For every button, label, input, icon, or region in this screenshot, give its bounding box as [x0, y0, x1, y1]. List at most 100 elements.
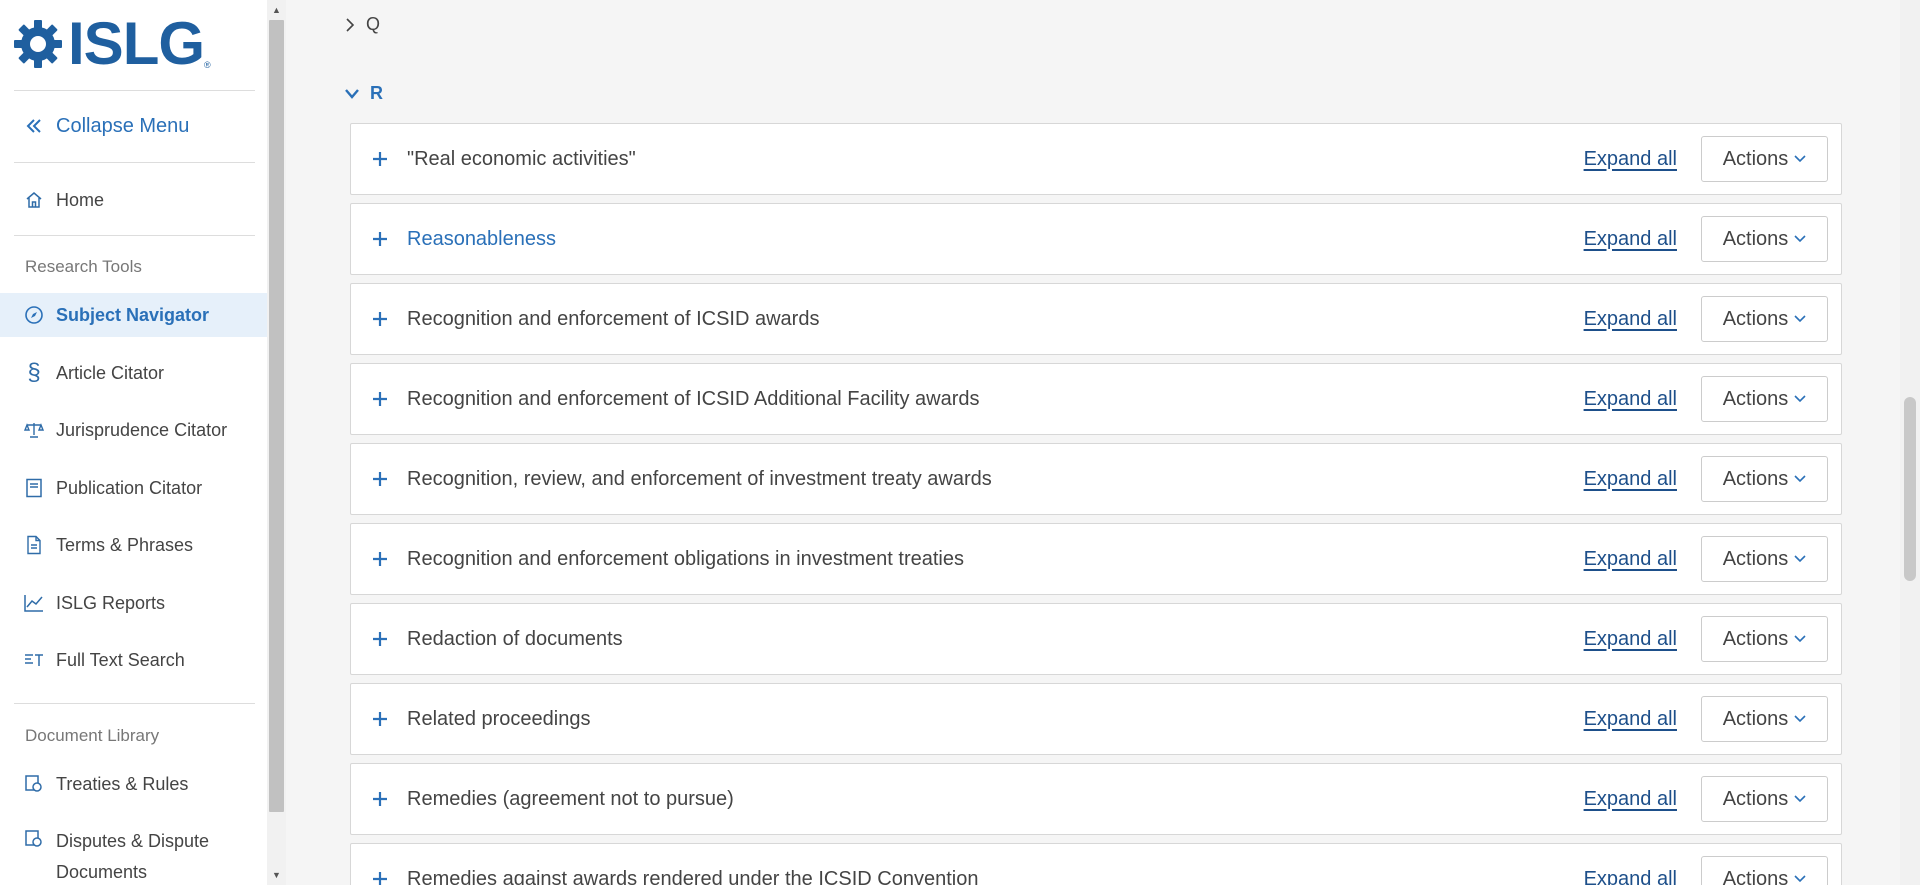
subject-title: "Real economic activities" — [407, 147, 636, 170]
plus-icon[interactable] — [369, 628, 391, 650]
sidebar-scrollbar[interactable]: ▲ ▼ — [267, 0, 286, 885]
actions-dropdown-button[interactable]: Actions — [1701, 536, 1828, 582]
book-icon — [24, 478, 44, 498]
plus-icon[interactable] — [369, 388, 391, 410]
letter-group-q[interactable]: Q — [342, 14, 380, 35]
sidebar: ISLG ® Collapse Menu Home Research Tools… — [0, 0, 267, 885]
sidebar-item-label: Home — [56, 189, 105, 210]
double-chevron-left-icon — [24, 119, 44, 133]
plus-icon[interactable] — [369, 308, 391, 330]
section-icon: § — [27, 359, 41, 386]
plus-icon[interactable] — [369, 788, 391, 810]
divider — [14, 162, 255, 163]
subject-row: Recognition and enforcement of ICSID Add… — [350, 363, 1842, 435]
chevron-down-icon — [1794, 475, 1806, 483]
chevron-down-icon — [1794, 235, 1806, 243]
actions-dropdown-button[interactable]: Actions — [1701, 696, 1828, 742]
sidebar-item-label: Subject Navigator — [56, 304, 210, 325]
actions-dropdown-button[interactable]: Actions — [1701, 136, 1828, 182]
islg-logo[interactable]: ISLG ® — [12, 14, 211, 74]
subject-row: Remedies (agreement not to pursue) Expand… — [350, 763, 1842, 835]
scroll-down-arrow-icon[interactable]: ▼ — [267, 867, 286, 883]
sidebar-item-home[interactable]: Home — [0, 178, 267, 222]
plus-icon[interactable] — [369, 468, 391, 490]
plus-icon[interactable] — [369, 228, 391, 250]
chevron-right-icon — [346, 17, 355, 32]
divider — [14, 235, 255, 236]
plus-icon[interactable] — [369, 148, 391, 170]
sidebar-item-article-citator[interactable]: § Article Citator — [0, 351, 267, 395]
actions-label: Actions — [1722, 627, 1789, 650]
actions-label: Actions — [1722, 147, 1789, 170]
divider — [14, 90, 255, 91]
plus-icon[interactable] — [369, 708, 391, 730]
subject-title[interactable]: Reasonableness — [407, 228, 1584, 251]
expand-all-link[interactable]: Expand all — [1584, 228, 1677, 251]
actions-dropdown-button[interactable]: Actions — [1701, 216, 1828, 262]
subject-row: Redaction of documents Expand all Actions — [350, 603, 1842, 675]
sidebar-item-full-text-search[interactable]: Full Text Search — [0, 638, 267, 682]
sidebar-item-disputes-documents[interactable]: Disputes & Dispute Documents — [0, 826, 267, 884]
home-icon — [24, 191, 44, 209]
compass-icon — [24, 305, 44, 325]
scroll-up-arrow-icon[interactable]: ▲ — [267, 2, 286, 18]
chevron-down-icon — [1794, 395, 1806, 403]
sidebar-item-subject-navigator[interactable]: Subject Navigator — [0, 293, 267, 337]
expand-all-link[interactable]: Expand all — [1584, 148, 1677, 171]
expand-all-link[interactable]: Expand all — [1584, 548, 1677, 571]
sidebar-item-label: Treaties & Rules — [56, 773, 189, 794]
actions-dropdown-button[interactable]: Actions — [1701, 456, 1828, 502]
scales-icon — [24, 421, 44, 439]
subject-row: Reasonableness Expand all Actions — [350, 203, 1842, 275]
chevron-down-icon — [1794, 715, 1806, 723]
actions-label: Actions — [1722, 867, 1789, 885]
collapse-menu-button[interactable]: Collapse Menu — [0, 104, 267, 148]
sidebar-item-treaties-rules[interactable]: Treaties & Rules — [0, 762, 267, 806]
actions-label: Actions — [1722, 227, 1789, 250]
subject-row: Recognition, review, and enforcement of … — [350, 443, 1842, 515]
plus-icon[interactable] — [369, 868, 391, 885]
chevron-down-icon — [345, 88, 359, 99]
treaty-icon — [24, 775, 44, 793]
dispute-icon — [24, 830, 44, 848]
expand-all-link[interactable]: Expand all — [1584, 308, 1677, 331]
chevron-down-icon — [1794, 555, 1806, 563]
subject-title: Remedies (agreement not to pursue) — [407, 787, 734, 810]
sidebar-item-publication-citator[interactable]: Publication Citator — [0, 466, 267, 510]
actions-dropdown-button[interactable]: Actions — [1701, 376, 1828, 422]
chart-icon — [24, 594, 44, 612]
expand-all-link[interactable]: Expand all — [1584, 388, 1677, 411]
sidebar-item-jurisprudence-citator[interactable]: Jurisprudence Citator — [0, 408, 267, 452]
sidebar-item-terms-phrases[interactable]: Terms & Phrases — [0, 523, 267, 567]
actions-dropdown-button[interactable]: Actions — [1701, 296, 1828, 342]
expand-all-link[interactable]: Expand all — [1584, 708, 1677, 731]
expand-all-link[interactable]: Expand all — [1584, 788, 1677, 811]
subject-title: Recognition and enforcement of ICSID awa… — [407, 307, 820, 330]
sidebar-item-label: Article Citator — [56, 362, 165, 383]
sidebar-scrollbar-thumb[interactable] — [269, 20, 284, 812]
actions-label: Actions — [1722, 307, 1789, 330]
subject-title: Redaction of documents — [407, 627, 623, 650]
actions-dropdown-button[interactable]: Actions — [1701, 616, 1828, 662]
registered-mark: ® — [204, 60, 211, 70]
actions-dropdown-button[interactable]: Actions — [1701, 856, 1828, 885]
main-scrollbar[interactable] — [1900, 0, 1920, 885]
chevron-down-icon — [1794, 315, 1806, 323]
main-scrollbar-thumb[interactable] — [1904, 397, 1916, 581]
expand-all-link[interactable]: Expand all — [1584, 868, 1677, 885]
sidebar-item-label: Terms & Phrases — [56, 534, 194, 555]
plus-icon[interactable] — [369, 548, 391, 570]
subject-title: Recognition and enforcement of ICSID Add… — [407, 387, 980, 410]
subject-row: Recognition and enforcement of ICSID awa… — [350, 283, 1842, 355]
subject-title: Recognition, review, and enforcement of … — [407, 467, 992, 490]
sidebar-item-islg-reports[interactable]: ISLG Reports — [0, 581, 267, 625]
expand-all-link[interactable]: Expand all — [1584, 628, 1677, 651]
letter-group-r[interactable]: R — [342, 83, 383, 104]
chevron-down-icon — [1794, 635, 1806, 643]
expand-all-link[interactable]: Expand all — [1584, 468, 1677, 491]
chevron-down-icon — [1794, 875, 1806, 883]
actions-dropdown-button[interactable]: Actions — [1701, 776, 1828, 822]
subject-title: Related proceedings — [407, 707, 591, 730]
chevron-down-icon — [1794, 155, 1806, 163]
sidebar-item-label: Disputes & Dispute Documents — [56, 831, 210, 882]
